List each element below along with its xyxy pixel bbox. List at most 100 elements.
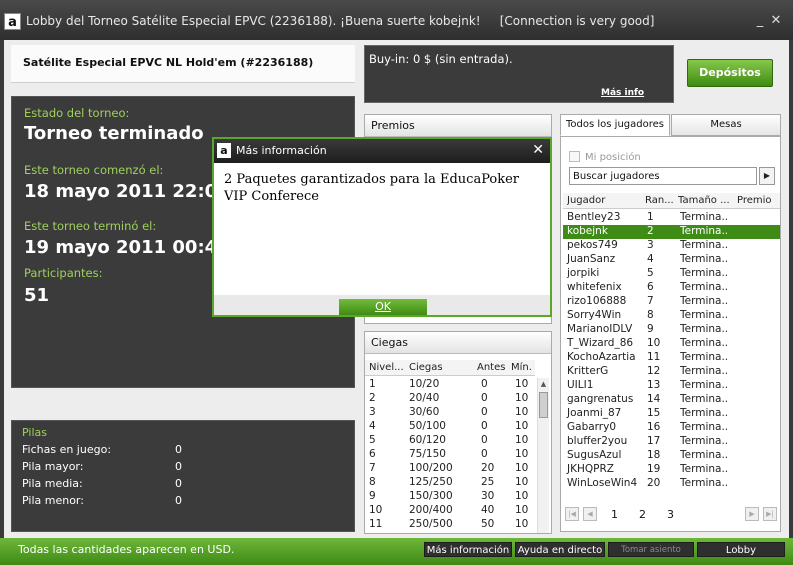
page-1[interactable]: 1: [611, 508, 618, 521]
player-cell: SugusAzul: [567, 449, 622, 461]
player-cell: Termina..: [680, 407, 729, 419]
player-cell: Termina..: [680, 309, 729, 321]
players-tabs: Todos los jugadores Mesas: [560, 114, 781, 136]
player-cell: Termina..: [680, 295, 729, 307]
page-2[interactable]: 2: [639, 508, 646, 521]
take-seat-button[interactable]: Tomar asiento: [608, 542, 694, 557]
blinds-col-blinds[interactable]: Ciegas: [409, 362, 443, 373]
player-row[interactable]: Bentley23 1 Termina..: [563, 211, 780, 225]
col-player[interactable]: Jugador: [567, 195, 639, 206]
player-row[interactable]: pekos749 3 Termina..: [563, 239, 780, 253]
close-icon[interactable]: ✕: [768, 13, 784, 29]
player-row[interactable]: rizo106888 7 Termina..: [563, 295, 780, 309]
last-page-icon[interactable]: ▶|: [763, 507, 777, 521]
blinds-row: 7 100/200 20 10: [365, 462, 535, 476]
player-cell: Termina..: [680, 351, 729, 363]
stack-label: Pila media:: [22, 477, 83, 490]
page-3[interactable]: 3: [667, 508, 674, 521]
buyin-text: Buy-in: 0 $ (sin entrada).: [369, 52, 513, 66]
search-arrow-icon[interactable]: ▶: [759, 167, 775, 185]
blinds-cell: 10: [515, 490, 529, 502]
player-row[interactable]: WinLoseWin4 20 Termina..: [563, 477, 780, 491]
tournament-name: Satélite Especial EPVC NL Hold'em (#2236…: [23, 56, 314, 69]
more-info-link[interactable]: Más info: [601, 88, 644, 98]
minimize-icon[interactable]: _: [752, 13, 768, 29]
my-position-checkbox[interactable]: Mi posición: [569, 151, 641, 163]
dialog-title: Más información: [236, 144, 327, 157]
blinds-cell: 125/250: [409, 476, 453, 488]
blinds-cell: 0: [481, 448, 488, 460]
close-icon[interactable]: ✕: [532, 142, 544, 158]
player-row[interactable]: Joanmi_87 15 Termina..: [563, 407, 780, 421]
player-row[interactable]: kobejnk 2 Termina..: [563, 225, 780, 239]
checkbox-box[interactable]: [569, 151, 580, 162]
players-pager: |◀ ◀ 1 2 3 ▶ ▶|: [563, 505, 780, 527]
player-row[interactable]: MarianoIDLV 9 Termina..: [563, 323, 780, 337]
player-cell: Termina..: [680, 267, 729, 279]
player-cell: 17: [647, 435, 661, 447]
blinds-cell: 50/100: [409, 420, 446, 432]
blinds-cell: 150/300: [409, 490, 453, 502]
stack-value: 0: [175, 477, 182, 490]
tab-all-players[interactable]: Todos los jugadores: [560, 114, 670, 136]
player-row[interactable]: Gabarry0 16 Termina..: [563, 421, 780, 435]
player-row[interactable]: SugusAzul 18 Termina..: [563, 449, 780, 463]
player-cell: Termina..: [680, 379, 729, 391]
blinds-cell: 0: [481, 420, 488, 432]
dialog-logo-icon: a: [217, 143, 231, 158]
participants-label: Participantes:: [24, 266, 103, 280]
dialog-title-bar[interactable]: a Más información ✕: [214, 139, 550, 163]
started-value: 18 mayo 2011 22:00: [24, 181, 230, 202]
deposit-button[interactable]: Depósitos: [687, 59, 773, 87]
lobby-button[interactable]: Lobby: [697, 542, 785, 557]
tab-tables[interactable]: Mesas: [671, 114, 781, 136]
player-row[interactable]: whitefenix 6 Termina..: [563, 281, 780, 295]
blinds-cell: 50: [481, 518, 495, 530]
player-row[interactable]: Sorry4Win 8 Termina..: [563, 309, 780, 323]
player-row[interactable]: gangrenatus 14 Termina..: [563, 393, 780, 407]
player-row[interactable]: bluffer2you 17 Termina..: [563, 435, 780, 449]
state-label: Estado del torneo:: [24, 106, 130, 120]
ok-button[interactable]: OK: [339, 299, 427, 315]
player-cell: 16: [647, 421, 661, 433]
stack-value: 0: [175, 460, 182, 473]
scroll-up-icon[interactable]: ▲: [538, 378, 549, 390]
player-row[interactable]: JKHQPRZ 19 Termina..: [563, 463, 780, 477]
player-row[interactable]: jorpiki 5 Termina..: [563, 267, 780, 281]
player-cell: Termina..: [680, 281, 729, 293]
player-row[interactable]: KochoAzartia 11 Termina..: [563, 351, 780, 365]
col-rank[interactable]: Ran...: [645, 195, 675, 206]
player-row[interactable]: KritterG 12 Termina..: [563, 365, 780, 379]
prev-page-icon[interactable]: ◀: [583, 507, 597, 521]
player-cell: 20: [647, 477, 661, 489]
blinds-col-min[interactable]: Mín.: [511, 362, 532, 373]
player-row[interactable]: T_Wizard_86 10 Termina..: [563, 337, 780, 351]
blinds-col-ante[interactable]: Antes: [477, 362, 505, 373]
scroll-thumb[interactable]: [539, 392, 548, 418]
col-prize[interactable]: Premio: [737, 195, 777, 206]
player-row[interactable]: UILI1 13 Termina..: [563, 379, 780, 393]
blinds-cell: 11: [369, 518, 383, 530]
search-players-input[interactable]: [569, 167, 757, 185]
blinds-col-level[interactable]: Nivel...: [369, 362, 404, 373]
more-info-button[interactable]: Más información: [424, 542, 512, 557]
live-help-button[interactable]: Ayuda en directo: [515, 542, 605, 557]
player-cell: MarianoIDLV: [567, 323, 633, 335]
player-cell: KochoAzartia: [567, 351, 636, 363]
player-cell: kobejnk: [567, 225, 608, 237]
player-cell: rizo106888: [567, 295, 627, 307]
player-cell: Termina..: [680, 323, 729, 335]
col-stack[interactable]: Tamaño ...: [678, 195, 734, 206]
player-cell: 18: [647, 449, 661, 461]
player-cell: Termina..: [680, 253, 729, 265]
next-page-icon[interactable]: ▶: [745, 507, 759, 521]
player-cell: Gabarry0: [567, 421, 617, 433]
player-cell: Termina..: [680, 239, 729, 251]
blinds-cell: 10: [515, 406, 529, 418]
player-row[interactable]: JuanSanz 4 Termina..: [563, 253, 780, 267]
stack-label: Pila mayor:: [22, 460, 84, 473]
first-page-icon[interactable]: |◀: [565, 507, 579, 521]
player-cell: 14: [647, 393, 661, 405]
blinds-scrollbar[interactable]: ▲: [537, 378, 549, 533]
stack-row-largest: Pila mayor: 0: [22, 460, 182, 473]
